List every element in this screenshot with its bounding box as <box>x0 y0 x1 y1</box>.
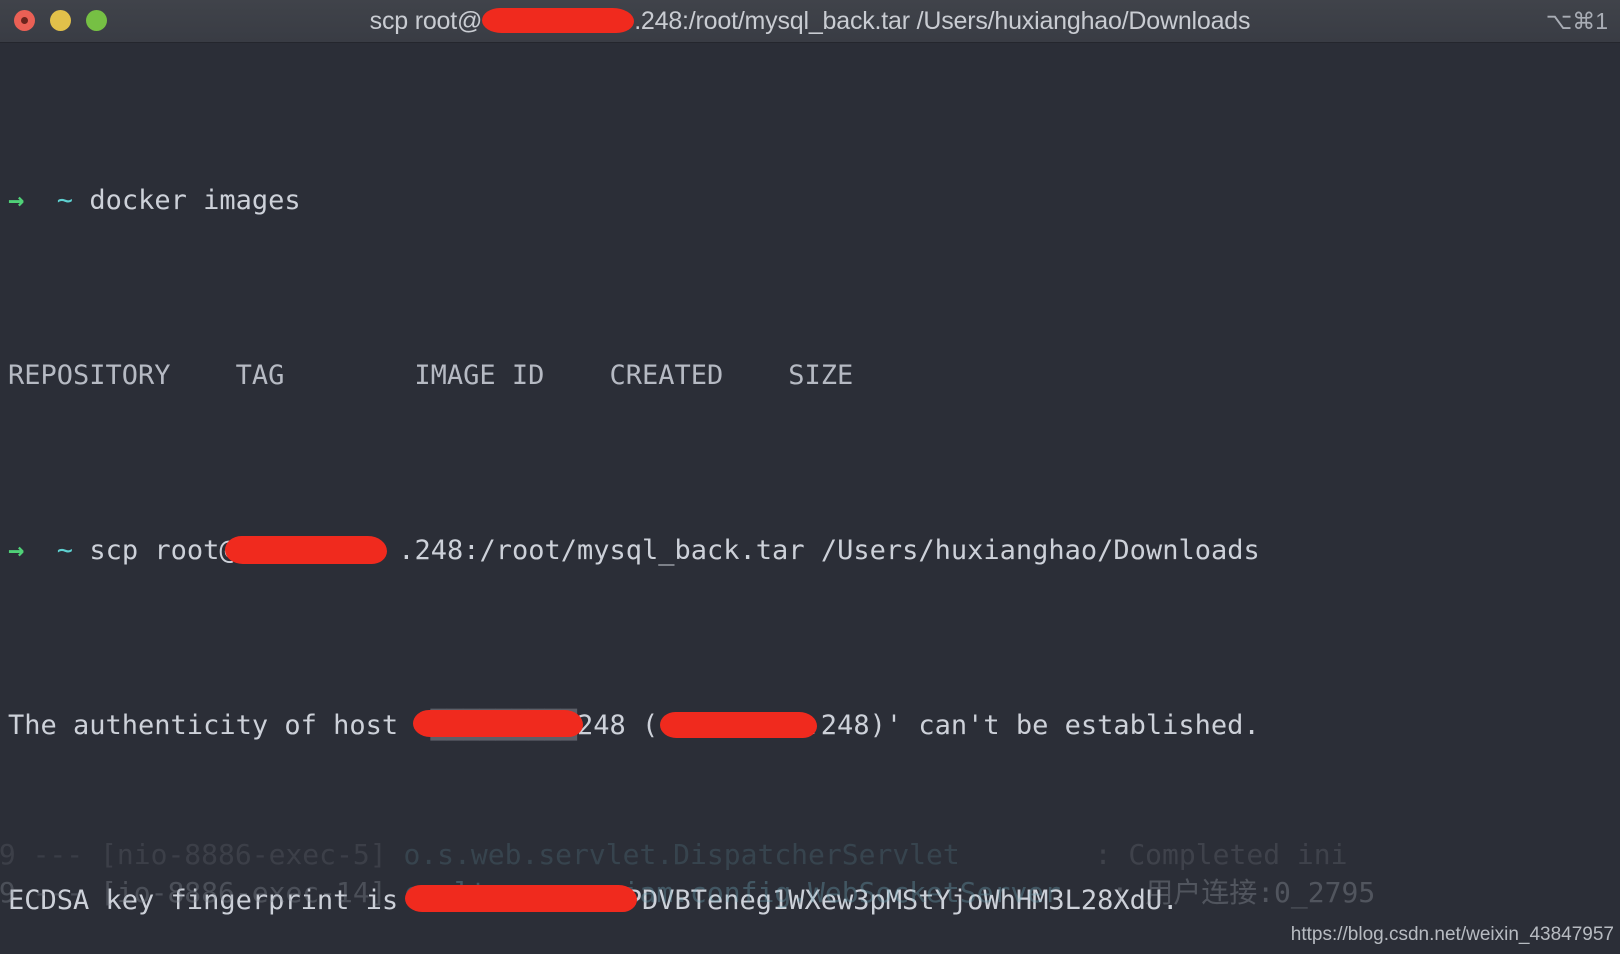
prompt-arrow-icon: → <box>8 535 25 566</box>
prompt-tilde: ~ <box>56 535 74 566</box>
terminal-line-docker-header: REPOSITORY TAG IMAGE ID CREATED SIZE <box>0 358 1620 393</box>
window-title: scp root@ .248:/root/mysql_back.tar /User… <box>0 0 1620 43</box>
window-shortcut-hint: ⌥⌘1 <box>1545 8 1608 34</box>
command-text-docker-images: docker images <box>89 185 301 216</box>
command-text-scp-pre: scp root@ <box>89 535 236 566</box>
authenticity-post: .248)' can't be established. <box>804 710 1260 741</box>
terminal-window: scp root@ .248:/root/mysql_back.tar /User… <box>0 0 1620 954</box>
redaction-bar-host-1 <box>413 710 583 737</box>
window-titlebar: scp root@ .248:/root/mysql_back.tar /User… <box>0 0 1620 43</box>
window-title-prefix: scp root@ <box>369 7 483 35</box>
redaction-bar-fingerprint <box>405 885 637 912</box>
terminal-line-command-scp: → ~ scp root@██████████.248:/root/mysql_… <box>0 533 1620 568</box>
command-text-scp-post: .248:/root/mysql_back.tar /Users/huxiang… <box>398 535 1260 566</box>
redaction-bar-host-2 <box>660 712 817 738</box>
terminal-line-command-docker: → ~ docker images <box>0 183 1620 218</box>
redaction-bar-scp-host <box>225 536 387 564</box>
fingerprint-post: BHPDVBTeneg1WXew3pMStYjoWhHM3L28XdU. <box>593 885 1179 916</box>
terminal-line-authenticity: The authenticity of host '█████████248 (… <box>0 708 1620 743</box>
prompt-tilde: ~ <box>56 185 74 216</box>
prompt-arrow-icon: → <box>8 185 25 216</box>
terminal-output-area[interactable]: → ~ docker images REPOSITORY TAG IMAGE I… <box>0 43 1620 954</box>
csdn-watermark: https://blog.csdn.net/weixin_43847957 <box>1290 924 1614 945</box>
window-title-suffix: .248:/root/mysql_back.tar /Users/huxiang… <box>634 7 1251 35</box>
authenticity-mid: 248 ( <box>576 710 659 741</box>
terminal-line-fingerprint: ECDSA key fingerprint is S██████████BHPD… <box>0 883 1620 918</box>
title-redaction-bar <box>482 8 635 33</box>
authenticity-pre: The authenticity of host ' <box>8 710 431 741</box>
fingerprint-pre: ECDSA key fingerprint is S <box>8 885 431 916</box>
docker-table-header: REPOSITORY TAG IMAGE ID CREATED SIZE <box>8 360 854 391</box>
